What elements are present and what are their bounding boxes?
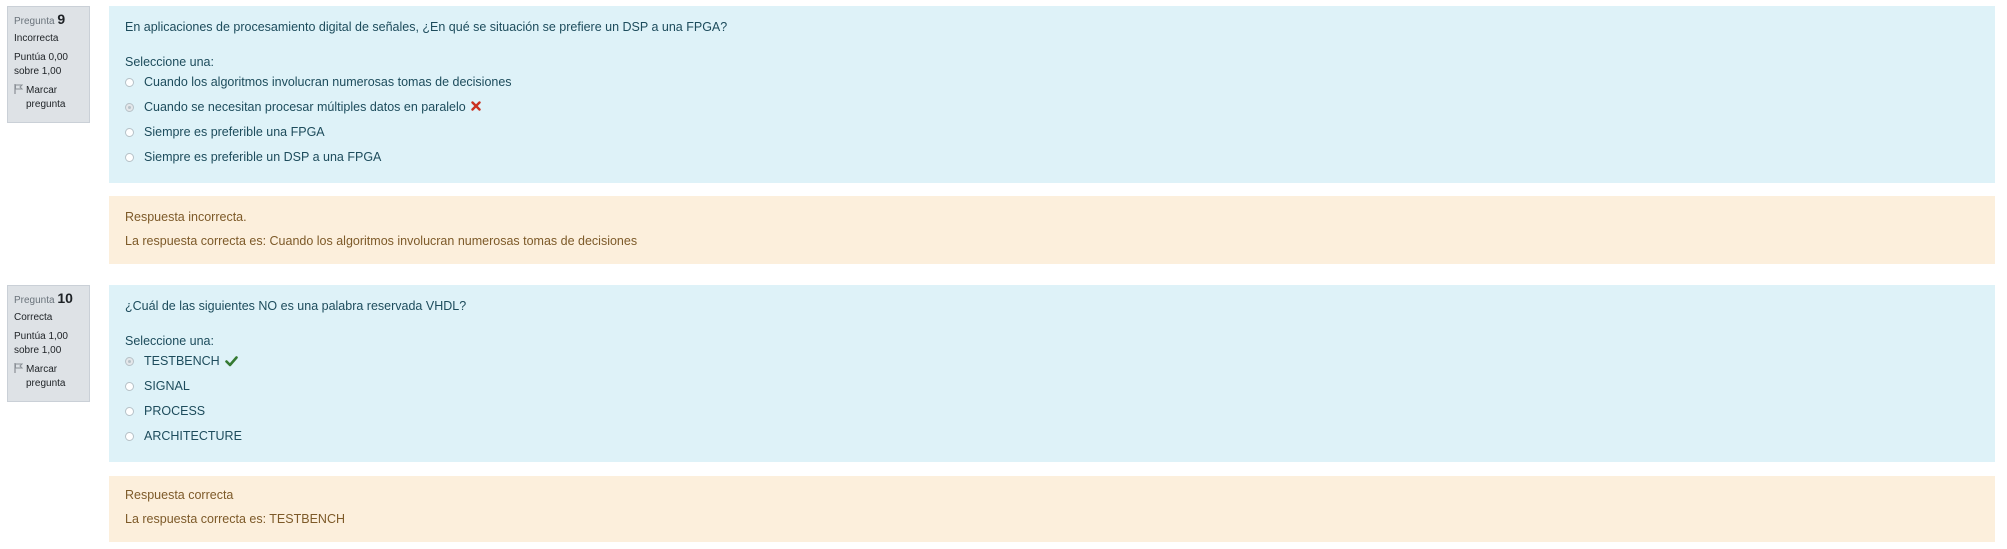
question-info: Pregunta 10 Correcta Puntúa 1,00 sobre 1… (7, 285, 90, 402)
answer-label: PROCESS (144, 404, 206, 418)
answer-label: Siempre es preferible una FPGA (144, 125, 325, 139)
question-state: Incorrecta (14, 33, 59, 44)
question-feedback: Respuesta incorrecta. La respuesta corre… (109, 196, 1995, 264)
answer-option[interactable]: Siempre es preferible un DSP a una FPGA (125, 148, 381, 166)
answer-label: Cuando los algoritmos involucran numeros… (144, 75, 512, 89)
question-label: Pregunta (14, 16, 55, 27)
flag-label-line-2: pregunta (26, 99, 66, 110)
feedback-result: Respuesta incorrecta. (125, 210, 247, 224)
question-number: Pregunta 9 (14, 12, 83, 29)
question-number-value: 10 (57, 290, 73, 306)
grade-line-1: Puntúa 0,00 (14, 52, 68, 63)
answer-option[interactable]: Siempre es preferible una FPGA (125, 123, 325, 141)
flag-label-line-1: Marcar (26, 85, 58, 96)
answer-radio[interactable] (125, 406, 134, 416)
answer-label: Cuando se necesitan procesar múltiples d… (144, 100, 466, 114)
feedback-result: Respuesta correcta (125, 488, 234, 502)
question-info: Pregunta 9 Incorrecta Puntúa 0,00 sobre … (7, 6, 90, 123)
grade-line-2: sobre 1,00 (14, 345, 62, 356)
answer-prompt: Seleccione una: (125, 55, 214, 69)
answer-radio[interactable] (125, 77, 134, 87)
flag-icon (14, 363, 24, 377)
check-icon (224, 355, 238, 367)
question-feedback: Respuesta correcta La respuesta correcta… (109, 476, 1995, 542)
flag-question-button[interactable]: Marcar pregunta (14, 84, 83, 112)
answer-label: TESTBENCH (144, 354, 220, 368)
answer-option[interactable]: ARCHITECTURE (125, 427, 242, 445)
question-text: En aplicaciones de procesamiento digital… (125, 20, 728, 34)
answer-radio[interactable] (125, 431, 134, 441)
question-label: Pregunta (14, 295, 55, 306)
grade-line-2: sobre 1,00 (14, 66, 62, 77)
answer-option-selected[interactable]: Cuando se necesitan procesar múltiples d… (125, 98, 481, 116)
answer-radio[interactable] (125, 152, 134, 162)
grade-line-1: Puntúa 1,00 (14, 331, 68, 342)
question-content: ¿Cuál de las siguientes NO es una palabr… (109, 285, 1995, 462)
question-text: ¿Cuál de las siguientes NO es una palabr… (125, 299, 467, 313)
answer-option-selected[interactable]: TESTBENCH (125, 352, 238, 370)
answer-option[interactable]: Cuando los algoritmos involucran numeros… (125, 73, 512, 91)
flag-label-line-1: Marcar (26, 364, 58, 375)
answer-label: Siempre es preferible un DSP a una FPGA (144, 150, 382, 164)
answer-option[interactable]: SIGNAL (125, 377, 190, 395)
answer-prompt: Seleccione una: (125, 334, 214, 348)
answer-option[interactable]: PROCESS (125, 402, 205, 420)
flag-icon (14, 84, 24, 98)
answer-label: ARCHITECTURE (144, 429, 242, 443)
times-icon (471, 100, 481, 114)
flag-label-line-2: pregunta (26, 378, 66, 389)
question-grade: Puntúa 1,00 sobre 1,00 (14, 330, 83, 358)
answer-label: SIGNAL (144, 379, 190, 393)
feedback-correct-answer: La respuesta correcta es: Cuando los alg… (125, 234, 638, 248)
answer-radio[interactable] (125, 381, 134, 391)
answer-radio-selected[interactable] (125, 102, 134, 112)
feedback-correct-answer: La respuesta correcta es: TESTBENCH (125, 512, 345, 526)
answer-radio[interactable] (125, 127, 134, 137)
question-number-value: 9 (57, 11, 66, 27)
question-state: Correcta (14, 312, 53, 323)
answer-radio-selected[interactable] (125, 356, 134, 366)
question-number: Pregunta 10 (14, 291, 83, 308)
flag-question-button[interactable]: Marcar pregunta (14, 363, 83, 391)
question-content: En aplicaciones de procesamiento digital… (109, 6, 1995, 183)
question-grade: Puntúa 0,00 sobre 1,00 (14, 51, 83, 79)
